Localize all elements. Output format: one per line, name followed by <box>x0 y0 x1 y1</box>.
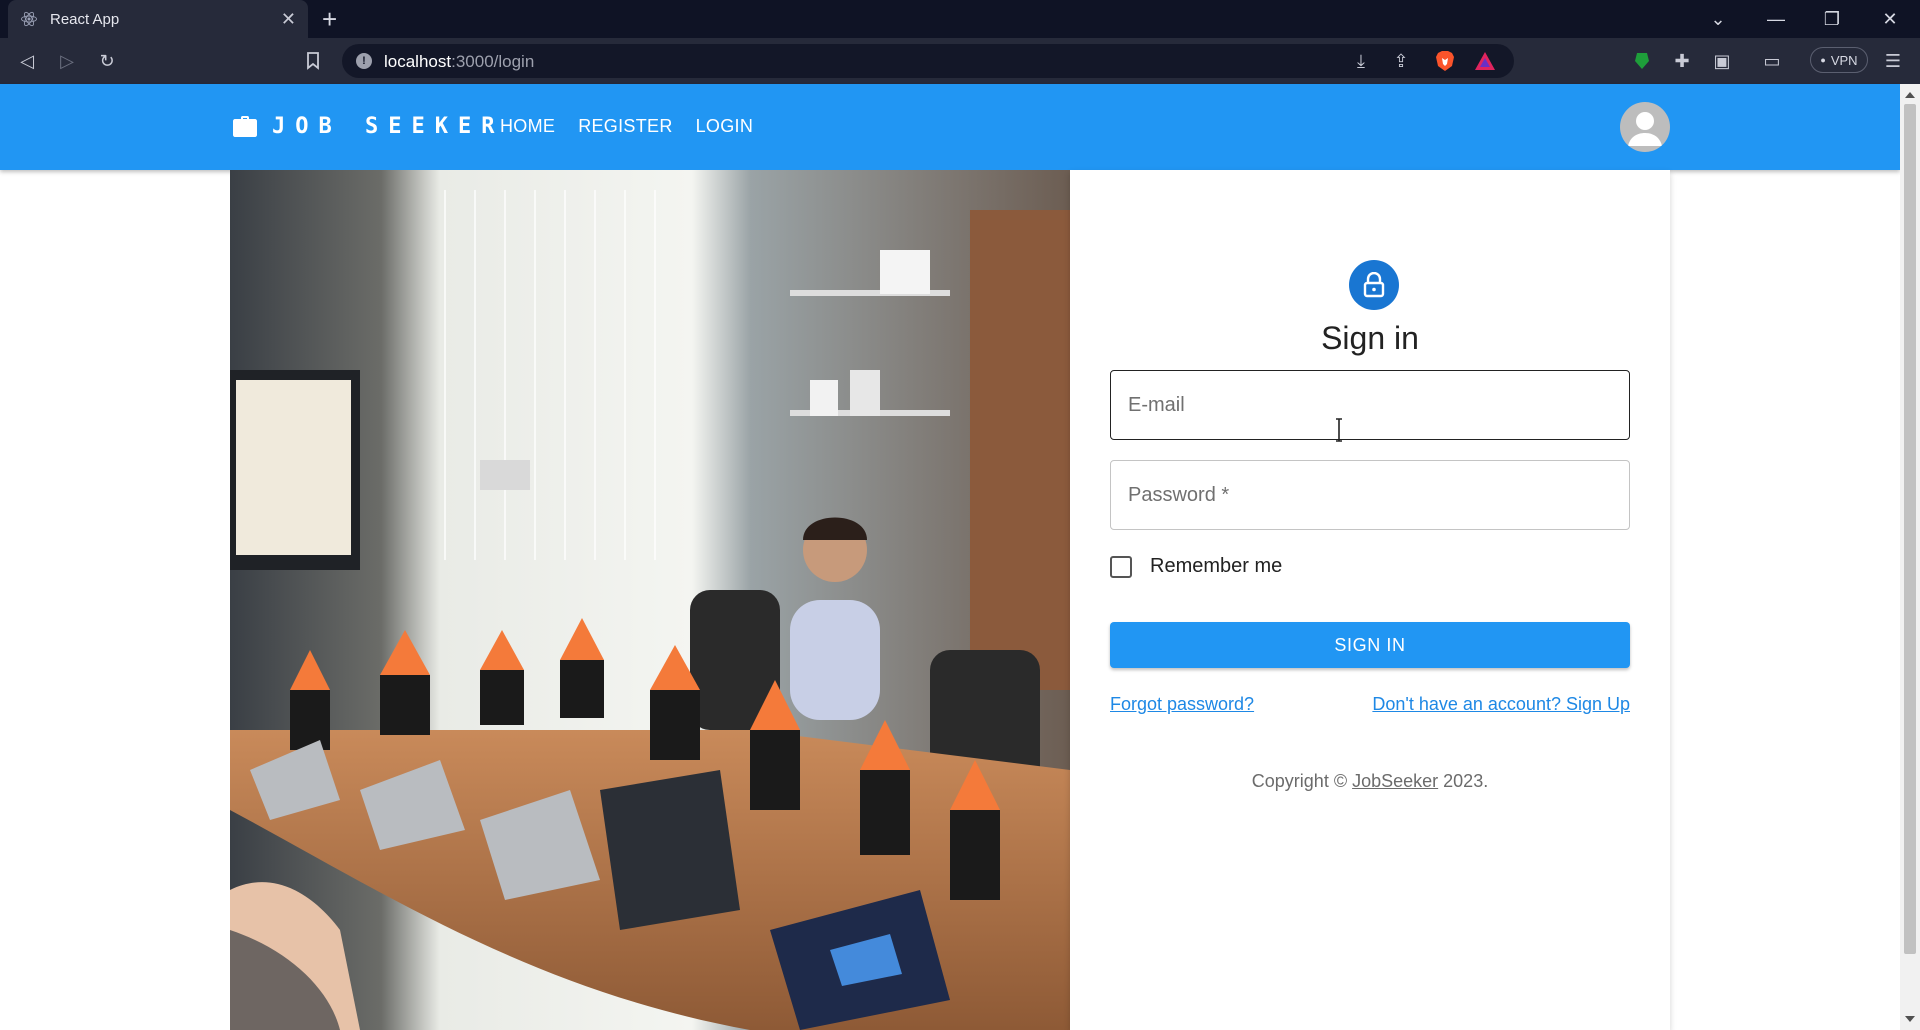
menu-icon[interactable]: ☰ <box>1878 46 1908 76</box>
rewards-icon[interactable] <box>1470 46 1500 76</box>
app-header: JOB SEEKER HOME REGISTER LOGIN <box>0 84 1900 170</box>
nav-home[interactable]: HOME <box>500 116 555 137</box>
avatar[interactable] <box>1620 102 1670 152</box>
remember-me-row[interactable]: Remember me <box>1110 555 1282 578</box>
close-icon[interactable]: ✕ <box>281 9 296 30</box>
person-icon <box>1628 112 1662 146</box>
password-field[interactable] <box>1111 461 1629 529</box>
plus-icon[interactable]: + <box>322 4 337 35</box>
url-text: localhost:3000/login <box>384 52 535 71</box>
bookmark-icon[interactable] <box>298 46 328 76</box>
forgot-password-link[interactable]: Forgot password? <box>1110 694 1254 715</box>
password-field-container <box>1110 460 1630 530</box>
scroll-thumb[interactable] <box>1904 104 1916 954</box>
nav-login[interactable]: LOGIN <box>696 116 754 137</box>
text-cursor-icon <box>1336 418 1342 442</box>
download-icon[interactable]: ⤓ <box>1346 46 1376 76</box>
browser-toolbar: ◁ ▷ ↻ ! localhost:3000/login ⤓ ⇪ ✚ ▣ ▭ ●… <box>0 38 1920 84</box>
remember-me-label: Remember me <box>1150 555 1283 577</box>
sign-up-link[interactable]: Don't have an account? Sign Up <box>1372 694 1630 715</box>
window-close-icon[interactable]: ✕ <box>1862 0 1918 38</box>
main-nav: HOME REGISTER LOGIN <box>500 116 753 137</box>
tab-title: React App <box>50 10 120 28</box>
copyright: Copyright © JobSeeker 2023. <box>1251 771 1489 791</box>
restore-icon[interactable]: ❐ <box>1804 0 1860 38</box>
minimize-icon[interactable]: — <box>1748 0 1804 38</box>
brave-icon[interactable] <box>1430 46 1460 76</box>
nav-register[interactable]: REGISTER <box>578 116 672 137</box>
vpn-button[interactable]: ● VPN <box>1810 47 1868 73</box>
email-field-container <box>1110 370 1630 440</box>
address-bar[interactable]: ! localhost:3000/login ⤓ ⇪ <box>342 44 1514 78</box>
sign-in-button[interactable]: SIGN IN <box>1110 622 1630 668</box>
share-icon[interactable]: ⇪ <box>1386 46 1416 76</box>
lock-icon-avatar <box>1349 260 1399 310</box>
scroll-up-arrow[interactable] <box>1905 92 1915 98</box>
browser-tab[interactable]: React App ✕ <box>8 0 308 38</box>
email-field[interactable] <box>1111 371 1629 439</box>
info-icon[interactable]: ! <box>356 53 372 69</box>
wallet-icon[interactable]: ▭ <box>1757 46 1787 76</box>
forward-icon[interactable]: ▷ <box>52 46 82 76</box>
lock-icon <box>1363 272 1385 298</box>
react-icon <box>21 11 37 27</box>
extension-icon[interactable] <box>1627 46 1657 76</box>
browser-tabbar: React App ✕ + ⌄ — ❐ ✕ <box>0 0 1920 38</box>
puzzle-icon[interactable]: ✚ <box>1667 46 1697 76</box>
remember-me-checkbox[interactable] <box>1110 555 1132 578</box>
briefcase-icon <box>233 115 257 137</box>
jobseeker-link[interactable]: JobSeeker <box>1352 771 1438 791</box>
office-meeting-image <box>230 170 1070 1030</box>
reload-icon[interactable]: ↻ <box>92 46 122 76</box>
login-page: Sign in Remember me SIGN IN Forgot passw… <box>230 170 1670 1030</box>
back-icon[interactable]: ◁ <box>12 46 42 76</box>
page-scrollbar[interactable] <box>1900 84 1920 1030</box>
scroll-down-arrow[interactable] <box>1905 1016 1915 1022</box>
page-title: Sign in <box>1321 320 1419 356</box>
sidebar-icon[interactable]: ▣ <box>1707 46 1737 76</box>
sign-in-card: Sign in Remember me SIGN IN Forgot passw… <box>1070 170 1670 1030</box>
brand-logo[interactable]: JOB SEEKER <box>232 114 504 139</box>
chevron-down-icon[interactable]: ⌄ <box>1690 0 1746 38</box>
brand-name: JOB SEEKER <box>272 114 505 139</box>
